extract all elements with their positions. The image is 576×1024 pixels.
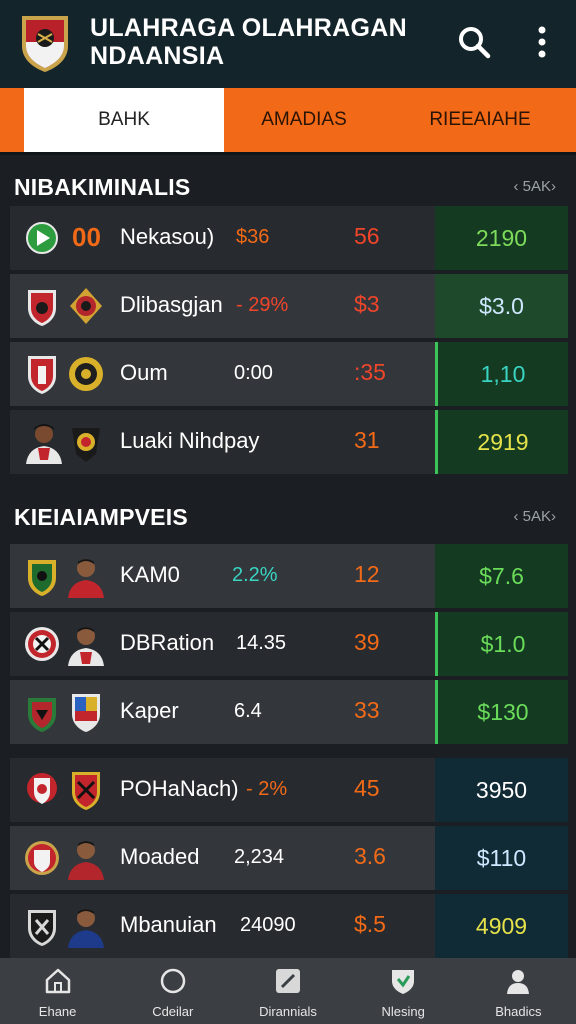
odds-value[interactable]: $1.0 <box>435 612 568 676</box>
odds-value[interactable]: 1,10 <box>435 342 568 406</box>
more-options-button[interactable] <box>518 18 566 66</box>
team-player-icons <box>28 909 104 948</box>
team-player-icons <box>28 559 104 598</box>
nav-profile-label: Bhadics <box>495 1004 542 1019</box>
nav-edit[interactable]: Dirannials <box>230 958 345 1024</box>
odds-value[interactable]: 2919 <box>435 410 568 474</box>
team-name: Dlibasgjan <box>120 292 223 317</box>
row-live-count: 00 <box>72 222 101 252</box>
home-icon <box>43 966 73 996</box>
nav-shield[interactable]: Nlesing <box>346 958 461 1024</box>
odds-value[interactable]: 4909 <box>435 894 568 958</box>
tab-bahk[interactable]: BAHK <box>24 88 224 152</box>
section-see-all-link[interactable]: ‹ 5AK› <box>513 178 556 195</box>
tab-amadias[interactable]: AMADIAS <box>224 88 384 152</box>
match-row[interactable]: Luaki Nihdpay 31 2919 <box>10 410 568 474</box>
more-vertical-icon <box>538 26 546 58</box>
match-row[interactable]: Moaded 2,234 3.6 $110 <box>10 826 568 890</box>
row-stat: 2,234 <box>234 846 285 868</box>
bottom-navigation: Ehane Cdeilar Dirannials Nlesing Bhadics <box>0 958 576 1024</box>
match-row[interactable]: POHaNach) - 2% 45 3950 <box>10 758 568 822</box>
team-crest-icons <box>28 288 102 326</box>
section-see-all-link[interactable]: ‹ 5AK› <box>513 508 556 525</box>
row-stat: - 2% <box>246 778 288 800</box>
odds-value[interactable]: $7.6 <box>435 544 568 608</box>
nav-calendar[interactable]: Cdeilar <box>115 958 230 1024</box>
profile-icon <box>503 966 533 996</box>
row-score: :35 <box>354 359 386 385</box>
nav-edit-label: Dirannials <box>259 1004 317 1019</box>
app-title-line2: NDAANSIA <box>90 42 225 70</box>
match-row[interactable]: Kaper 6.4 33 $130 <box>10 680 568 744</box>
search-button[interactable] <box>450 18 498 66</box>
match-row[interactable]: DBRation 14.35 39 $1.0 <box>10 612 568 676</box>
row-stat: 2.2% <box>232 564 278 586</box>
row-score: $3 <box>354 291 380 317</box>
row-stat: 14.35 <box>236 632 287 654</box>
match-row[interactable]: Mbanuian 24090 $.5 4909 <box>10 894 568 958</box>
odds-value[interactable]: $110 <box>435 826 568 890</box>
team-name: Mbanuian <box>120 912 217 937</box>
app-title: ULAHRAGA OLAHRAGAN NDAANSIA <box>90 14 407 70</box>
team-name: DBRation <box>120 630 215 655</box>
row-score: $.5 <box>354 911 386 937</box>
team-name: POHaNach) <box>120 776 239 801</box>
team-crest-icons <box>28 694 100 732</box>
odds-value[interactable]: 2190 <box>435 206 568 270</box>
player-avatar-icons <box>26 424 100 464</box>
edit-icon <box>273 966 303 996</box>
nav-home[interactable]: Ehane <box>0 958 115 1024</box>
row-stat: $36 <box>236 226 270 248</box>
nav-calendar-label: Cdeilar <box>152 1004 194 1019</box>
nav-home-label: Ehane <box>38 1004 77 1019</box>
row-stat: 24090 <box>240 914 296 936</box>
team-name: Nekasou) <box>120 224 215 249</box>
row-score: 12 <box>354 561 380 587</box>
odds-value[interactable]: $3.0 <box>435 274 568 338</box>
team-player-icons <box>25 841 104 880</box>
team-name: Luaki Nihdpay <box>120 428 260 453</box>
tab-rieeaiahe[interactable]: RIEEAIAHE <box>384 88 576 152</box>
section-title: KIEIAIAMPVEIS <box>14 504 188 530</box>
row-score: 45 <box>354 775 380 801</box>
search-icon <box>459 27 491 59</box>
odds-value[interactable]: 3950 <box>435 758 568 822</box>
team-crest-icons <box>27 772 100 810</box>
odds-value[interactable]: $130 <box>435 680 568 744</box>
row-stat: - 29% <box>236 294 289 316</box>
team-crest-icons <box>28 356 103 394</box>
row-score: 39 <box>354 629 380 655</box>
shield-crest-icon <box>22 16 68 72</box>
nav-shield-label: Nlesing <box>381 1004 425 1019</box>
match-row[interactable]: Dlibasgjan - 29% $3 $3.0 <box>10 274 568 338</box>
row-score: 33 <box>354 697 380 723</box>
match-row[interactable]: Oum 0:00 :35 1,10 <box>10 342 568 406</box>
team-name: Kaper <box>120 698 179 723</box>
row-score: 3.6 <box>354 843 386 869</box>
circle-icon <box>158 966 188 996</box>
row-stat: 0:00 <box>234 362 273 384</box>
team-player-icons <box>25 627 104 666</box>
match-row[interactable]: KAM0 2.2% 12 $7.6 <box>10 544 568 608</box>
app-header: ULAHRAGA OLAHRAGAN NDAANSIA <box>0 0 576 88</box>
row-stat: 6.4 <box>234 700 262 722</box>
tab-bar: BAHK AMADIAS RIEEAIAHE <box>0 88 576 152</box>
row-score: 56 <box>354 223 380 249</box>
team-name: Moaded <box>120 844 200 869</box>
team-name: KAM0 <box>120 562 180 587</box>
nav-profile[interactable]: Bhadics <box>461 958 576 1024</box>
team-name: Oum <box>120 360 168 385</box>
match-row[interactable]: 00 Nekasou) $36 56 2190 <box>10 206 568 270</box>
app-title-line1: ULAHRAGA OLAHRAGAN <box>90 14 407 42</box>
section-title: NIBAKIMINALIS <box>14 174 191 200</box>
row-score: 31 <box>354 427 380 453</box>
shield-icon <box>388 966 418 996</box>
tab-divider <box>0 152 576 155</box>
